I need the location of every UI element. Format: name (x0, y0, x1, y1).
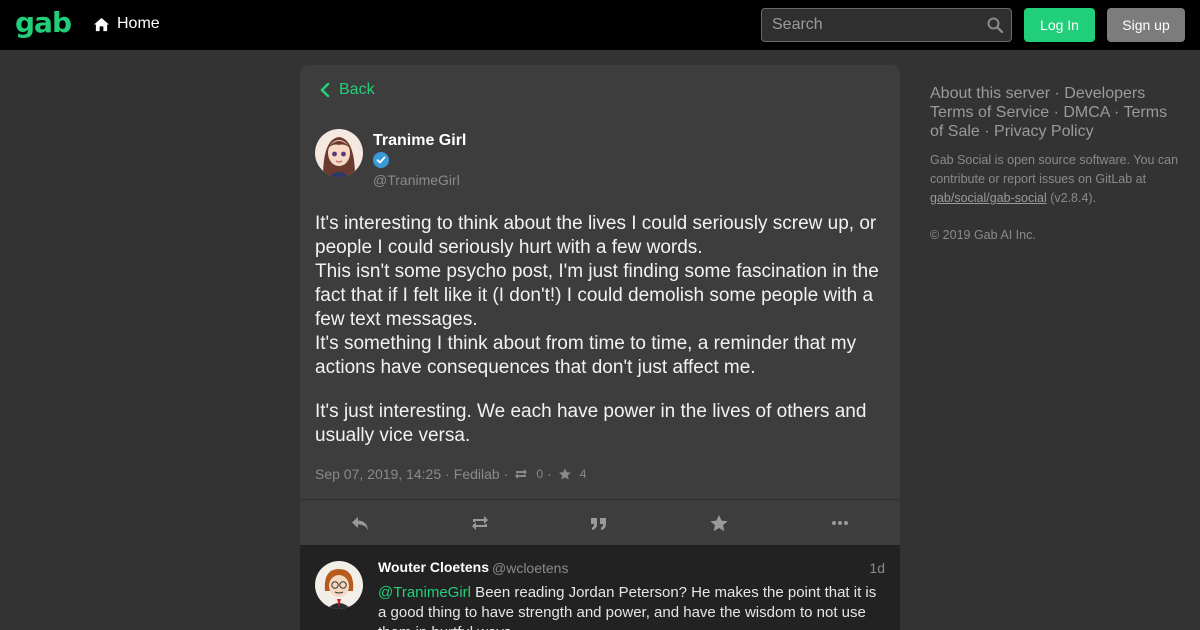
back-button[interactable]: Back (320, 81, 375, 99)
search-box[interactable] (761, 8, 1012, 42)
login-button[interactable]: Log In (1024, 8, 1095, 42)
reply-author-handle[interactable]: @wcloetens (492, 560, 568, 576)
status-meta: Sep 07, 2019, 14:25 · Fedilab · 0 · 4 (315, 466, 586, 482)
author-name[interactable]: Tranime Girl (373, 132, 466, 150)
gab-logo[interactable]: gab (15, 6, 72, 39)
reply-time[interactable]: 1d (869, 560, 885, 576)
separator: · (547, 466, 552, 482)
reblog-count: 0 (536, 467, 544, 481)
status-action-bar (300, 499, 900, 545)
favourite-count: 4 (579, 467, 587, 481)
back-label: Back (339, 81, 375, 98)
ellipsis-icon (832, 521, 848, 525)
home-label: Home (117, 15, 160, 32)
version-text: (v2.8.4). (1046, 191, 1097, 205)
more-options-button[interactable] (829, 513, 851, 533)
author-handle[interactable]: @TranimeGirl (373, 172, 460, 188)
status-app: Fedilab (453, 466, 500, 482)
star-icon (710, 515, 728, 532)
reblog-icon (472, 516, 488, 530)
signup-button[interactable]: Sign up (1107, 8, 1185, 42)
about-server-link[interactable]: About this server (930, 85, 1050, 102)
quote-button[interactable] (588, 513, 610, 533)
status-content: It's interesting to think about the live… (315, 212, 885, 448)
copyright: © 2019 Gab AI Inc. (930, 228, 1036, 242)
dmca-link[interactable]: DMCA (1063, 104, 1109, 121)
privacy-policy-link[interactable]: Privacy Policy (994, 123, 1094, 140)
reply-author-avatar[interactable] (315, 561, 363, 609)
about-text: Gab Social is open source software. You … (930, 151, 1180, 208)
reblog-button[interactable] (469, 513, 491, 533)
home-icon (94, 17, 109, 31)
top-navigation-bar: gab Home Log In Sign up (0, 0, 1200, 50)
verified-badge-icon (373, 152, 389, 168)
home-link[interactable]: Home (93, 15, 160, 33)
status-paragraph: It's interesting to think about the live… (315, 213, 879, 378)
reblog-icon (515, 469, 528, 479)
quote-icon (591, 518, 606, 530)
search-input[interactable] (762, 9, 1011, 41)
status-timestamp[interactable]: Sep 07, 2019, 14:25 (315, 466, 441, 482)
separator: · (445, 466, 450, 482)
mention-link[interactable]: @TranimeGirl (378, 584, 471, 601)
star-icon (558, 468, 571, 480)
reply-author-name[interactable]: Wouter Cloetens (378, 559, 489, 575)
reply-button[interactable] (349, 513, 371, 533)
repo-link[interactable]: gab/social/gab-social (930, 191, 1047, 205)
author-avatar[interactable] (315, 129, 363, 177)
reply-status[interactable]: Wouter Cloetens @wcloetens 1d @TranimeGi… (300, 545, 900, 630)
chevron-left-icon (320, 83, 330, 97)
sidebar: About this server · Developers Terms of … (930, 84, 1180, 242)
status-paragraph: It's just interesting. We each have powe… (315, 401, 867, 446)
status-card: Back Tranime Girl @TranimeGirl It's inte… (300, 65, 900, 545)
favourite-button[interactable] (708, 513, 730, 533)
sidebar-links: About this server · Developers Terms of … (930, 85, 1168, 140)
reply-icon (352, 517, 368, 530)
reply-content: @TranimeGirl Been reading Jordan Peterso… (378, 583, 888, 630)
terms-of-service-link[interactable]: Terms of Service (930, 104, 1049, 121)
separator: · (503, 466, 509, 482)
search-icon[interactable] (987, 17, 1003, 33)
developers-link[interactable]: Developers (1064, 85, 1145, 102)
about-description: Gab Social is open source software. You … (930, 153, 1179, 186)
